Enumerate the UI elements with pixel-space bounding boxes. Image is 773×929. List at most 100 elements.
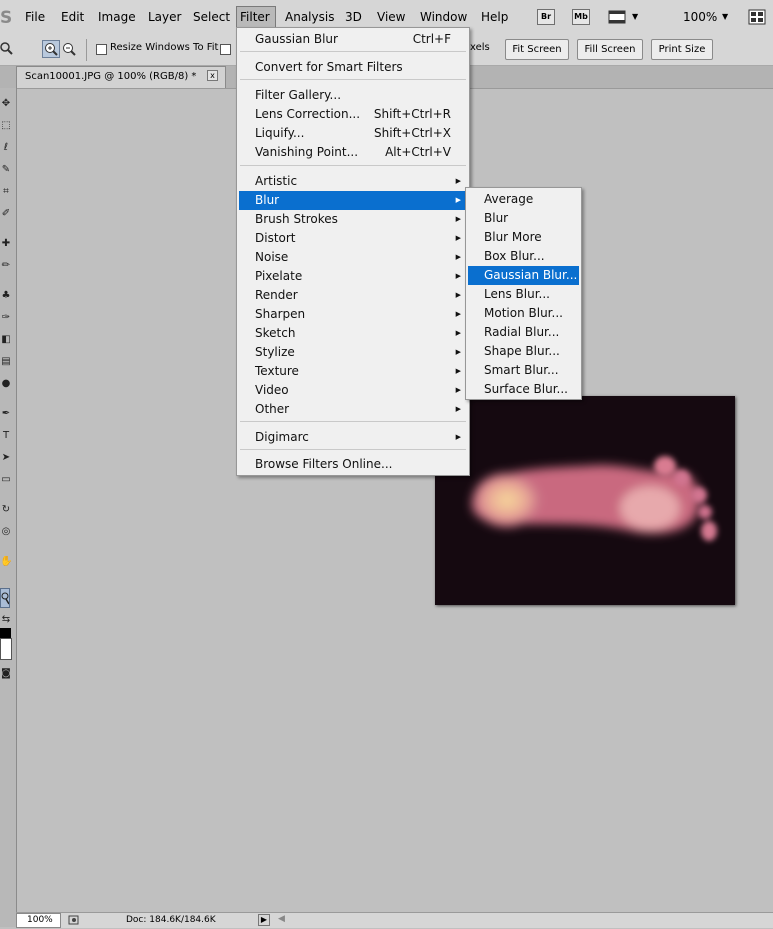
lasso-tool-icon[interactable]: ℓ [0,142,12,153]
filter-menu-brush-strokes[interactable]: Brush Strokes ▶ [239,210,467,229]
chevron-down-icon[interactable]: ▼ [632,12,638,21]
fit-screen-button[interactable]: Fit Screen [505,39,569,60]
blur-blur[interactable]: Blur [468,209,579,228]
zoom-tool-icon [0,41,14,57]
blur-shape-blur[interactable]: Shape Blur... [468,342,579,361]
blur-box-blur[interactable]: Box Blur... [468,247,579,266]
filter-menu-liquify[interactable]: Liquify... Shift+Ctrl+X [239,124,467,143]
quick-mask-icon[interactable]: ◙ [0,668,12,679]
dodge-tool-icon[interactable]: ● [0,378,12,389]
filter-menu-sharpen[interactable]: Sharpen ▶ [239,305,467,324]
filter-menu-gallery[interactable]: Filter Gallery... [239,86,467,105]
filter-menu-pixelate[interactable]: Pixelate ▶ [239,267,467,286]
filter-menu-vanishing-point[interactable]: Vanishing Point... Alt+Ctrl+V [239,143,467,162]
zoom-out-icon[interactable] [61,40,77,58]
close-icon[interactable]: x [207,70,218,81]
gradient-tool-icon[interactable]: ▤ [0,356,12,367]
menu-filter[interactable]: Filter [236,6,276,28]
filter-menu-other[interactable]: Other ▶ [239,400,467,419]
clone-stamp-tool-icon[interactable]: ♣ [0,290,12,301]
filter-menu-stylize[interactable]: Stylize ▶ [239,343,467,362]
scroll-left-icon[interactable]: ◀ [278,914,285,924]
filter-menu-texture[interactable]: Texture ▶ [239,362,467,381]
menu-analysis[interactable]: Analysis [282,6,337,28]
filter-menu-noise[interactable]: Noise ▶ [239,248,467,267]
3d-camera-tool-icon[interactable]: ◎ [0,526,12,537]
zoom-tool-icon[interactable] [0,588,10,608]
move-tool-icon[interactable]: ✥ [0,98,12,109]
path-selection-tool-icon[interactable]: ➤ [0,452,12,463]
document-image[interactable] [435,396,735,605]
screen-mode-icon[interactable] [608,9,628,25]
3d-rotate-tool-icon[interactable]: ↻ [0,504,12,515]
eraser-tool-icon[interactable]: ◧ [0,334,12,345]
blur-submenu: Average Blur Blur More Box Blur... Gauss… [465,187,582,400]
history-brush-tool-icon[interactable]: ✑ [0,312,12,323]
print-size-button[interactable]: Print Size [651,39,713,60]
marquee-tool-icon[interactable]: ⬚ [0,120,12,131]
hand-tool-icon[interactable]: ✋ [0,556,12,567]
submenu-arrow-icon: ▶ [455,272,461,280]
blur-surface-blur[interactable]: Surface Blur... [468,380,579,399]
menu-select[interactable]: Select [190,6,233,28]
eyedropper-tool-icon[interactable]: ✐ [0,208,12,219]
tools-panel: ✥ ⬚ ℓ ✎ ⌗ ✐ ✚ ✏ ♣ ✑ ◧ ▤ ● ✒ T ➤ ▭ ↻ ◎ ✋ … [0,88,17,927]
blur-radial-blur[interactable]: Radial Blur... [468,323,579,342]
menu-3d[interactable]: 3D [342,6,365,28]
background-color-swatch[interactable] [0,638,12,660]
menu-view[interactable]: View [374,6,408,28]
submenu-arrow-icon: ▶ [455,386,461,394]
pen-tool-icon[interactable]: ✒ [0,408,12,419]
filter-menu-artistic[interactable]: Artistic ▶ [239,172,467,191]
type-tool-icon[interactable]: T [0,430,12,441]
filter-menu-distort[interactable]: Distort ▶ [239,229,467,248]
bridge-button[interactable]: Br [537,9,555,25]
filter-menu-video[interactable]: Video ▶ [239,381,467,400]
filter-menu-digimarc[interactable]: Digimarc ▶ [239,428,467,447]
filter-menu-browse-online[interactable]: Browse Filters Online... [239,455,467,474]
menu-image[interactable]: Image [95,6,139,28]
filter-menu-sketch[interactable]: Sketch ▶ [239,324,467,343]
export-icon[interactable] [68,914,80,926]
crop-tool-icon[interactable]: ⌗ [0,186,12,197]
chevron-down-icon[interactable]: ▼ [722,12,728,21]
blur-average[interactable]: Average [468,190,579,209]
menu-separator [240,449,466,450]
status-bar: 100% Doc: 184.6K/184.6K ▶ ◀ [16,912,773,928]
submenu-arrow-icon: ▶ [455,196,461,204]
submenu-arrow-icon: ▶ [455,348,461,356]
fill-screen-button[interactable]: Fill Screen [577,39,643,60]
blur-lens-blur[interactable]: Lens Blur... [468,285,579,304]
status-zoom[interactable]: 100% [16,913,61,928]
menu-file[interactable]: File [22,6,48,28]
shape-tool-icon[interactable]: ▭ [0,474,12,485]
menu-edit[interactable]: Edit [58,6,87,28]
blur-smart-blur[interactable]: Smart Blur... [468,361,579,380]
blur-blur-more[interactable]: Blur More [468,228,579,247]
actual-pixels-label[interactable]: xels [470,42,490,53]
menu-separator [240,421,466,422]
filter-menu-render[interactable]: Render ▶ [239,286,467,305]
filter-menu-last-filter[interactable]: Gaussian Blur Ctrl+F [239,30,467,49]
quick-selection-tool-icon[interactable]: ✎ [0,164,12,175]
mini-bridge-button[interactable]: Mb [572,9,590,25]
zoom-level[interactable]: 100% [683,6,717,28]
healing-brush-tool-icon[interactable]: ✚ [0,238,12,249]
brush-tool-icon[interactable]: ✏ [0,260,12,271]
menu-help[interactable]: Help [478,6,511,28]
arrange-documents-icon[interactable] [748,9,766,25]
document-size: Doc: 184.6K/184.6K [126,915,216,925]
filter-menu-lens-correction[interactable]: Lens Correction... Shift+Ctrl+R [239,105,467,124]
status-menu-arrow-icon[interactable]: ▶ [258,914,270,926]
filter-menu-blur[interactable]: Blur ▶ [239,191,467,210]
zoom-in-icon[interactable] [42,40,60,58]
filter-menu-smart-filters[interactable]: Convert for Smart Filters [239,58,467,77]
zoom-all-checkbox[interactable] [220,44,231,55]
menu-layer[interactable]: Layer [145,6,184,28]
document-tab[interactable]: Scan10001.JPG @ 100% (RGB/8) * x [16,66,226,88]
resize-windows-checkbox[interactable] [96,44,107,55]
blur-motion-blur[interactable]: Motion Blur... [468,304,579,323]
swap-colors-icon[interactable]: ⇆ [0,614,12,625]
blur-gaussian-blur[interactable]: Gaussian Blur... [468,266,579,285]
menu-window[interactable]: Window [417,6,470,28]
